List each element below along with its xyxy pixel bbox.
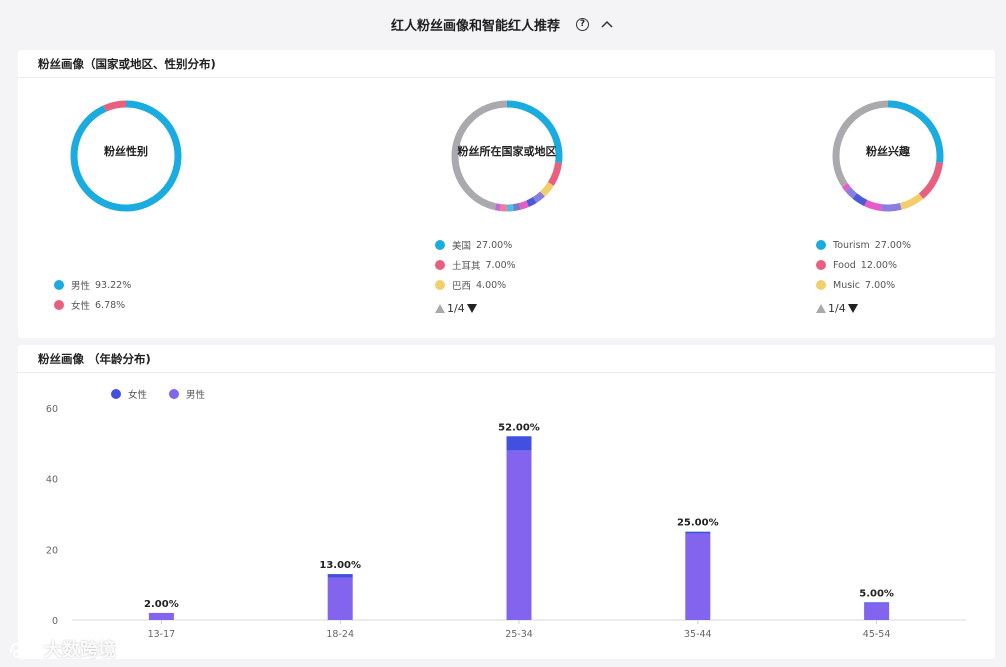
bar-segment[interactable]	[864, 603, 890, 620]
legend-value: 27.00%	[874, 239, 912, 251]
y-tick-label: 0	[52, 616, 58, 627]
bar-segment[interactable]	[506, 436, 532, 451]
legend-name: Food	[833, 259, 856, 271]
x-tick-label: 18-24	[326, 629, 354, 640]
interest-donut-label: 粉丝兴趣	[866, 145, 910, 158]
interest-legend: Tourism 27.00% Food 12.00% Music 7.00% 1…	[816, 235, 911, 317]
gender-donut-label: 粉丝性别	[104, 145, 148, 158]
y-tick-label: 40	[46, 475, 58, 486]
age-chart-legend: 女性 男性	[111, 387, 205, 401]
watermark: 大数跨境	[8, 636, 116, 662]
page-indicator: 1/4	[828, 301, 846, 315]
legend-dot	[435, 280, 445, 290]
x-tick-label: 25-34	[505, 629, 533, 640]
bar-segment[interactable]	[685, 533, 711, 620]
legend-item[interactable]: 土耳其 7.00%	[435, 255, 516, 275]
legend-name: Tourism	[833, 239, 870, 251]
page-down-icon[interactable]	[466, 303, 477, 313]
bar-segment[interactable]	[327, 577, 353, 620]
section-header[interactable]: 红人粉丝画像和智能红人推荐 ?	[0, 0, 1006, 48]
legend-name: Music	[833, 279, 861, 291]
legend-dot	[435, 260, 445, 270]
legend-name: 女性	[128, 390, 148, 401]
legend-dot	[111, 389, 121, 399]
page-indicator: 1/4	[447, 301, 465, 315]
bar-value-label: 52.00%	[498, 422, 540, 433]
gender-legend: 男性 93.22% 女性 6.78%	[54, 275, 131, 315]
y-tick-label: 20	[46, 545, 58, 556]
legend-value: 12.00%	[860, 259, 898, 271]
bar-segment[interactable]	[685, 531, 711, 534]
x-tick-label: 45-54	[863, 629, 891, 640]
legend-name: 土耳其	[452, 261, 481, 272]
fan-profile-region-gender-card: 粉丝画像（国家或地区、性别分布) 粉丝性别 男性 93.22% 女性 6.78%…	[18, 50, 995, 338]
bar-segment[interactable]	[506, 450, 532, 620]
bar-segment[interactable]	[864, 602, 890, 604]
legend-item[interactable]: 男性 93.22%	[54, 275, 131, 295]
legend-value: 93.22%	[95, 279, 132, 291]
legend-value: 4.00%	[476, 279, 507, 291]
legend-dot	[169, 389, 180, 399]
x-tick-label: 13-17	[148, 629, 176, 640]
legend-dot	[816, 240, 826, 250]
legend-value: 27.00%	[476, 239, 513, 251]
legend-name: 女性	[71, 301, 91, 312]
legend-dot	[54, 280, 64, 290]
card-title: 粉丝画像（国家或地区、性别分布)	[18, 50, 995, 78]
legend-item-female[interactable]: 女性	[111, 387, 147, 401]
country-donut-label: 粉丝所在国家或地区	[457, 145, 557, 158]
legend-value: 6.78%	[95, 299, 126, 311]
page-up-icon[interactable]	[435, 303, 445, 313]
bar-value-label: 5.00%	[859, 588, 894, 599]
watermark-logo-icon	[9, 642, 37, 658]
page-down-icon[interactable]	[847, 303, 858, 313]
legend-dot	[816, 260, 826, 270]
country-legend: 美国 27.00% 土耳其 7.00% 巴西 4.00% 1/4	[435, 235, 516, 317]
country-legend-pager: 1/4	[435, 299, 516, 317]
question-icon[interactable]: ?	[576, 17, 589, 31]
bar-segment[interactable]	[327, 574, 353, 578]
y-tick-label: 60	[46, 404, 58, 415]
legend-name: 巴西	[452, 281, 472, 292]
bar-value-label: 2.00%	[144, 599, 179, 610]
legend-item[interactable]: Food 12.00%	[816, 255, 911, 275]
page-up-icon[interactable]	[816, 303, 826, 313]
fan-profile-age-card: 粉丝画像 （年龄分布) 0 20 40 60 2.00% 13-17 13.00% 18-24…	[18, 345, 995, 659]
legend-dot	[816, 280, 826, 290]
legend-value: 7.00%	[485, 259, 516, 271]
legend-item-male[interactable]: 男性	[169, 387, 205, 401]
legend-name: 男性	[71, 281, 91, 292]
legend-dot	[435, 240, 445, 250]
legend-value: 7.00%	[865, 279, 896, 291]
legend-item[interactable]: 女性 6.78%	[54, 295, 131, 315]
section-title: 红人粉丝画像和智能红人推荐	[390, 18, 560, 34]
x-tick-label: 35-44	[684, 629, 712, 640]
bar-segment[interactable]	[148, 612, 174, 620]
bar-value-label: 13.00%	[319, 560, 361, 571]
legend-name: 男性	[186, 390, 206, 401]
legend-item[interactable]: 巴西 4.00%	[435, 275, 516, 295]
legend-item[interactable]: Tourism 27.00%	[816, 235, 911, 255]
interest-legend-pager: 1/4	[816, 299, 911, 317]
watermark-text: 大数跨境	[44, 640, 116, 661]
legend-item[interactable]: 美国 27.00%	[435, 235, 516, 255]
legend-dot	[54, 300, 64, 310]
bar-value-label: 25.00%	[677, 518, 719, 529]
legend-name: 美国	[452, 241, 472, 252]
chevron-up-icon[interactable]	[599, 16, 615, 32]
legend-item[interactable]: Music 7.00%	[816, 275, 911, 295]
